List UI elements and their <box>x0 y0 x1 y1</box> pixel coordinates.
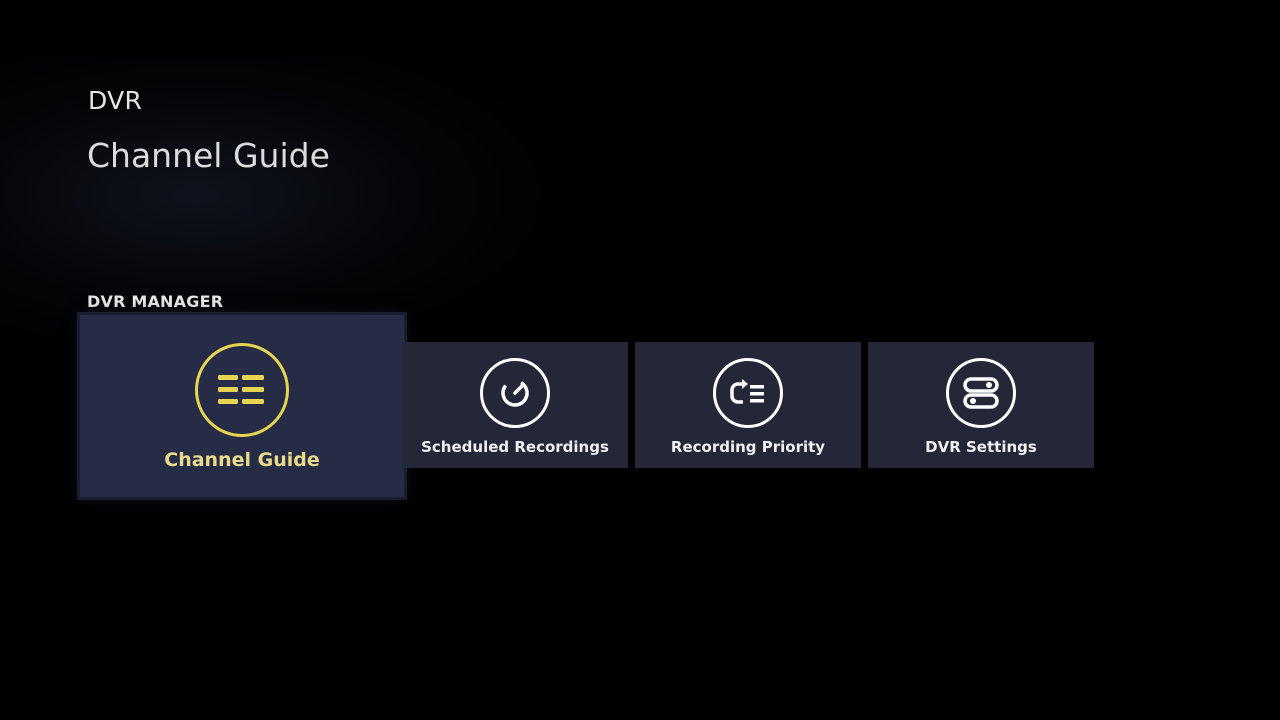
scheduled-recordings-label: Scheduled Recordings <box>421 438 609 456</box>
clock-icon <box>480 358 550 428</box>
dvr-screen: DVR Channel Guide DVR MANAGER Channel Gu… <box>0 0 1280 720</box>
channel-guide-list-icon <box>195 343 289 437</box>
recording-priority-label: Recording Priority <box>670 438 826 456</box>
toggle-settings-icon <box>946 358 1016 428</box>
dvr-settings-label: DVR Settings <box>925 438 1037 456</box>
breadcrumb: DVR <box>88 86 143 115</box>
page-title: Channel Guide <box>87 136 330 175</box>
channel-guide-tile[interactable]: Channel Guide <box>80 315 404 497</box>
priority-list-icon <box>713 358 783 428</box>
scheduled-recordings-tile[interactable]: Scheduled Recordings <box>402 342 628 468</box>
channel-guide-label: Channel Guide <box>164 449 320 471</box>
section-label: DVR MANAGER <box>87 292 224 311</box>
dvr-settings-tile[interactable]: DVR Settings <box>868 342 1094 468</box>
recording-priority-tile[interactable]: Recording Priority <box>635 342 861 468</box>
